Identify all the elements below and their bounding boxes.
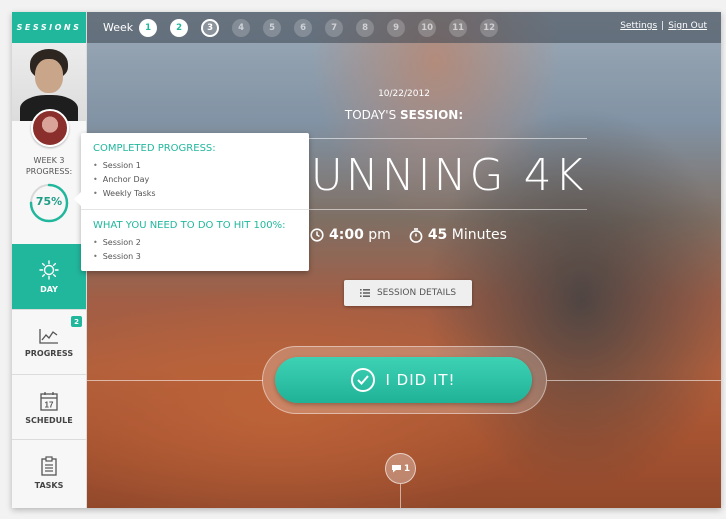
week-1-button[interactable]: 1 — [139, 18, 158, 37]
completed-list: Session 1 Anchor Day Weekly Tasks — [93, 159, 309, 201]
week-4-button[interactable]: 4 — [232, 18, 251, 37]
completed-progress-heading: COMPLETED PROGRESS: — [93, 143, 216, 154]
nav-progress-label: PROGRESS — [24, 348, 74, 358]
account-links: Settings | Sign Out — [620, 21, 707, 31]
nav-progress[interactable]: 2 PROGRESS — [12, 309, 86, 375]
stopwatch-icon — [409, 227, 423, 243]
session-date: 10/22/2012 — [378, 89, 430, 99]
app-logo: SESSIONS — [12, 12, 86, 43]
progress-tooltip: COMPLETED PROGRESS: Session 1 Anchor Day… — [74, 133, 309, 271]
did-it-button[interactable]: I DID IT! — [275, 357, 532, 403]
week-navigation-bar: Week 1 2 3 4 5 6 7 8 9 10 11 12 Settings | Sign Out — [87, 12, 721, 43]
sidebar: SESSIONS WEEK 3 PROGRESS: 75% DAY 2 PROG… — [12, 12, 87, 508]
nav-day-label: DAY — [40, 284, 58, 294]
progress-percent: 75% — [35, 195, 63, 208]
week-dots: 1 2 3 4 5 6 7 8 9 10 11 12 — [139, 18, 511, 37]
link-separator: | — [661, 21, 665, 31]
comments-button[interactable]: 1 — [385, 453, 416, 484]
week-7-button[interactable]: 7 — [325, 18, 344, 37]
week-2-button[interactable]: 2 — [170, 18, 189, 37]
week-5-button[interactable]: 5 — [263, 18, 282, 37]
week-11-button[interactable]: 11 — [449, 18, 468, 37]
list-item: Session 2 — [93, 236, 309, 250]
todo-heading: WHAT YOU NEED TO DO TO HIT 100%: — [93, 220, 286, 231]
week-10-button[interactable]: 10 — [418, 18, 437, 37]
clock-icon — [310, 228, 324, 242]
sign-out-link[interactable]: Sign Out — [668, 21, 707, 31]
session-details-button[interactable]: SESSION DETAILS — [344, 280, 472, 306]
app-window: Week 1 2 3 4 5 6 7 8 9 10 11 12 Settings | Sign Out S… — [12, 12, 721, 508]
todays-session-heading: TODAY'S SESSION: — [344, 108, 464, 122]
settings-link[interactable]: Settings — [620, 21, 657, 31]
session-meta: 4:00 pm 45 Minutes — [310, 227, 507, 243]
clipboard-icon — [41, 455, 57, 476]
list-item: Anchor Day — [93, 173, 309, 187]
session-duration: 45 — [427, 227, 448, 243]
nav-tasks[interactable]: TASKS — [12, 439, 86, 505]
week-label: Week — [103, 21, 134, 34]
calendar-icon: 17 — [40, 391, 58, 411]
divider — [400, 484, 401, 508]
divider — [87, 380, 263, 381]
session-time: 4:00 — [329, 227, 364, 243]
session-title: RUNNING 4K — [277, 150, 587, 201]
week-12-button[interactable]: 12 — [480, 18, 499, 37]
partner-avatar[interactable] — [31, 109, 69, 147]
nav-day[interactable]: DAY — [12, 244, 86, 309]
list-item: Session 3 — [93, 250, 309, 264]
calendar-day: 17 — [45, 400, 54, 409]
list-item: Session 1 — [93, 159, 309, 173]
week-3-button[interactable]: 3 — [201, 18, 220, 37]
did-it-label: I DID IT! — [385, 371, 456, 389]
week-6-button[interactable]: 6 — [294, 18, 313, 37]
nav-schedule[interactable]: 17 SCHEDULE — [12, 374, 86, 440]
week-8-button[interactable]: 8 — [356, 18, 375, 37]
todo-list: Session 2 Session 3 — [93, 236, 309, 264]
notification-badge: 2 — [71, 316, 82, 327]
speech-bubble-icon — [391, 465, 401, 473]
checkmark-icon — [351, 368, 376, 392]
divider — [547, 380, 721, 381]
nav-tasks-label: TASKS — [34, 480, 64, 490]
chart-icon — [39, 328, 58, 344]
list-item: Weekly Tasks — [93, 187, 309, 201]
nav-schedule-label: SCHEDULE — [25, 415, 73, 425]
divider — [81, 209, 309, 210]
session-details-label: SESSION DETAILS — [376, 288, 457, 298]
list-icon — [359, 289, 370, 297]
comment-count: 1 — [403, 463, 411, 474]
sun-icon — [39, 259, 59, 280]
week-9-button[interactable]: 9 — [387, 18, 406, 37]
week-progress-label: WEEK 3 PROGRESS: — [25, 156, 73, 176]
